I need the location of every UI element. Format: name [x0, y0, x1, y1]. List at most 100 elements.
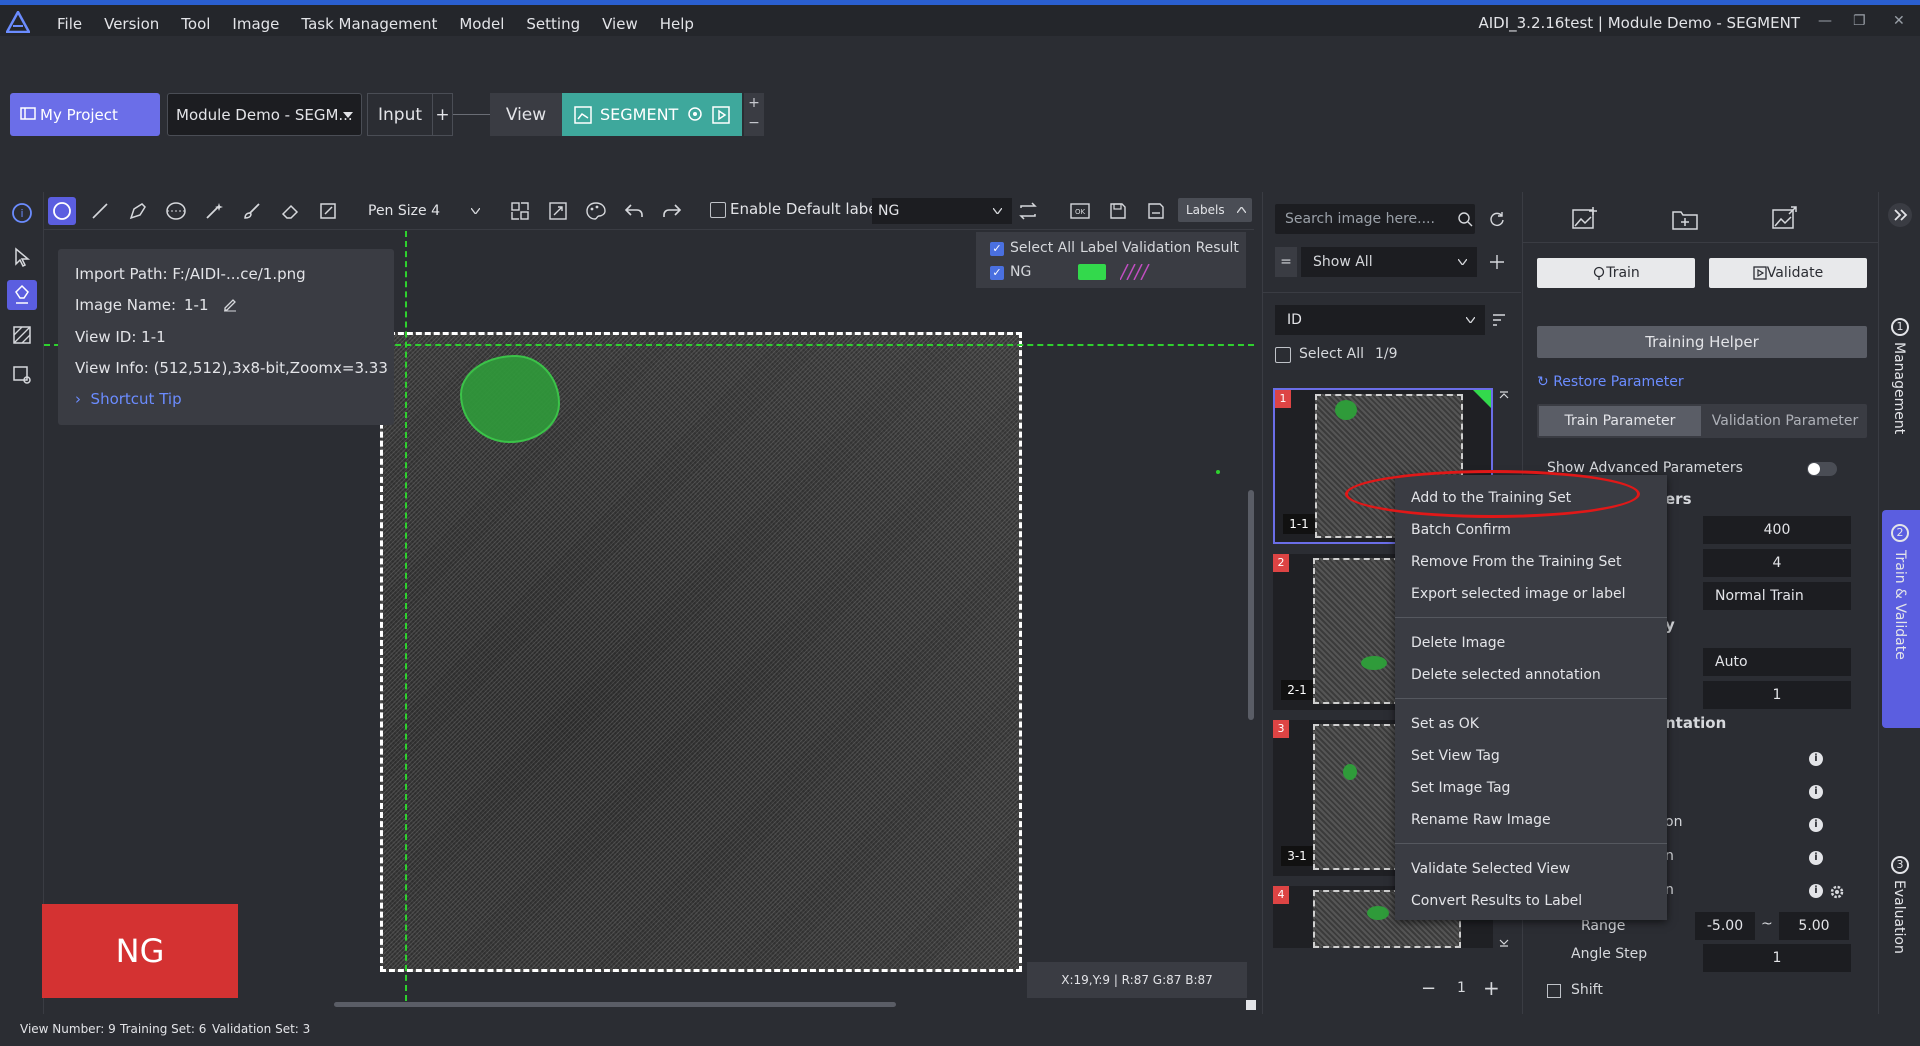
- menu-remove-from-training-set[interactable]: Remove From the Training Set: [1411, 554, 1622, 570]
- ellipse-tool[interactable]: [162, 197, 190, 225]
- batch-size-input[interactable]: 4: [1703, 549, 1851, 577]
- info-icon[interactable]: i: [1809, 818, 1823, 832]
- menu-set-as-ok[interactable]: Set as OK: [1411, 716, 1479, 732]
- circle-tool[interactable]: [48, 197, 76, 225]
- page-next-button[interactable]: +: [1483, 976, 1500, 1000]
- info-icon[interactable]: i: [1809, 884, 1823, 898]
- menu-file[interactable]: File: [46, 14, 93, 34]
- eraser-tool[interactable]: [276, 197, 304, 225]
- menu-version[interactable]: Version: [93, 14, 170, 34]
- polygon-tool[interactable]: [124, 197, 152, 225]
- edit-tool[interactable]: [314, 197, 342, 225]
- shortcut-tip-toggle[interactable]: › Shortcut Tip: [75, 390, 182, 408]
- swap-tool[interactable]: [1014, 197, 1042, 225]
- filter-operator[interactable]: =: [1275, 247, 1297, 277]
- grid-tool[interactable]: [506, 197, 534, 225]
- epoch-input[interactable]: 400: [1703, 516, 1851, 544]
- info-icon[interactable]: i: [1809, 785, 1823, 799]
- ng-label-color-swatch[interactable]: [1078, 264, 1106, 280]
- annotate-tool[interactable]: [7, 280, 37, 310]
- show-advanced-toggle[interactable]: [1807, 462, 1837, 476]
- minimize-button[interactable]: —: [1818, 13, 1832, 29]
- training-helper-button[interactable]: Training Helper: [1537, 326, 1867, 358]
- scroll-bottom-icon[interactable]: [1499, 938, 1509, 948]
- validate-button[interactable]: Validate: [1709, 258, 1867, 288]
- menu-batch-confirm[interactable]: Batch Confirm: [1411, 522, 1511, 538]
- count-input[interactable]: 1: [1703, 681, 1851, 709]
- train-button[interactable]: Train: [1537, 258, 1695, 288]
- menu-set-image-tag[interactable]: Set Image Tag: [1411, 780, 1510, 796]
- image-search-input[interactable]: Search image here....: [1275, 204, 1475, 234]
- restore-parameter-link[interactable]: ↻ Restore Parameter: [1537, 374, 1684, 390]
- export-image-icon[interactable]: [1771, 206, 1799, 232]
- menu-rename-raw-image[interactable]: Rename Raw Image: [1411, 812, 1551, 828]
- canvas-vertical-scrollbar[interactable]: [1248, 490, 1254, 720]
- labels-toggle-button[interactable]: Labels: [1178, 198, 1252, 222]
- restore-button[interactable]: ❐: [1853, 13, 1866, 29]
- nav-train-validate-active[interactable]: 2 Train & Validate: [1882, 510, 1920, 728]
- module-select[interactable]: Module Demo - SEGM...: [167, 93, 362, 136]
- menu-delete-image[interactable]: Delete Image: [1411, 635, 1505, 651]
- enable-default-label-checkbox[interactable]: [710, 202, 726, 218]
- save-as-button[interactable]: [1142, 197, 1170, 225]
- gear-icon[interactable]: [1829, 884, 1845, 900]
- palette-tool[interactable]: [582, 197, 610, 225]
- tab-validation-parameter[interactable]: Validation Parameter: [1705, 406, 1865, 436]
- range-min-input[interactable]: -5.00: [1695, 912, 1755, 940]
- scroll-top-icon[interactable]: [1499, 390, 1509, 400]
- select-tool[interactable]: [7, 242, 37, 272]
- my-project-button[interactable]: My Project: [10, 93, 160, 136]
- menu-task-management[interactable]: Task Management: [290, 14, 448, 34]
- menu-validate-selected-view[interactable]: Validate Selected View: [1411, 861, 1570, 877]
- menu-image[interactable]: Image: [221, 14, 290, 34]
- train-mode-select[interactable]: Normal Train: [1703, 582, 1851, 610]
- info-tool[interactable]: i: [7, 198, 37, 228]
- save-button[interactable]: [1104, 197, 1132, 225]
- range-max-input[interactable]: 5.00: [1779, 912, 1849, 940]
- default-label-select[interactable]: NG: [872, 198, 1012, 224]
- view-node[interactable]: View: [490, 93, 562, 136]
- input-node[interactable]: Input +: [367, 93, 453, 136]
- menu-model[interactable]: Model: [448, 14, 515, 34]
- close-button[interactable]: ✕: [1893, 13, 1905, 29]
- play-icon[interactable]: [712, 105, 731, 124]
- segment-node[interactable]: SEGMENT: [562, 93, 742, 136]
- undo-button[interactable]: [620, 197, 648, 225]
- collapse-panel-icon[interactable]: [1887, 202, 1913, 228]
- menu-setting[interactable]: Setting: [515, 14, 591, 34]
- add-image-icon[interactable]: [1571, 206, 1599, 232]
- shift-checkbox[interactable]: [1547, 984, 1561, 998]
- tab-train-parameter[interactable]: Train Parameter: [1539, 406, 1701, 436]
- select-all-labels-checkbox[interactable]: ✓: [990, 242, 1004, 256]
- add-node-button[interactable]: +: [433, 105, 452, 125]
- select-all-images-checkbox[interactable]: [1275, 347, 1291, 363]
- menu-delete-annotation[interactable]: Delete selected annotation: [1411, 667, 1601, 683]
- brush-tool[interactable]: [238, 197, 266, 225]
- menu-export-selected[interactable]: Export selected image or label: [1411, 586, 1626, 602]
- sort-select[interactable]: ID: [1275, 305, 1485, 335]
- angle-step-input[interactable]: 1: [1703, 944, 1851, 972]
- menu-set-view-tag[interactable]: Set View Tag: [1411, 748, 1500, 764]
- menu-help[interactable]: Help: [649, 14, 705, 34]
- page-prev-button[interactable]: −: [1421, 978, 1436, 999]
- redo-button[interactable]: [658, 197, 686, 225]
- roi-tool[interactable]: [7, 360, 37, 390]
- info-icon[interactable]: i: [1809, 851, 1823, 865]
- hatch-tool[interactable]: [7, 320, 37, 350]
- menu-convert-results-to-label[interactable]: Convert Results to Label: [1411, 893, 1582, 909]
- auto-select[interactable]: Auto: [1703, 648, 1851, 676]
- show-all-select[interactable]: Show All: [1301, 247, 1477, 277]
- refresh-icon[interactable]: [1489, 211, 1505, 227]
- location-pin-icon[interactable]: [686, 106, 704, 124]
- add-folder-icon[interactable]: [1671, 206, 1699, 232]
- menu-view[interactable]: View: [591, 14, 649, 34]
- search-icon[interactable]: [1457, 211, 1473, 227]
- menu-tool[interactable]: Tool: [170, 14, 221, 34]
- sort-order-icon[interactable]: [1491, 312, 1507, 328]
- nav-evaluation[interactable]: Evaluation: [1891, 880, 1907, 954]
- line-tool[interactable]: [86, 197, 114, 225]
- nav-management[interactable]: Management: [1891, 342, 1907, 434]
- ng-annotation-region[interactable]: [460, 355, 560, 443]
- ok-image-tool[interactable]: OK: [1066, 197, 1094, 225]
- pen-size-select[interactable]: Pen Size 4: [364, 198, 486, 224]
